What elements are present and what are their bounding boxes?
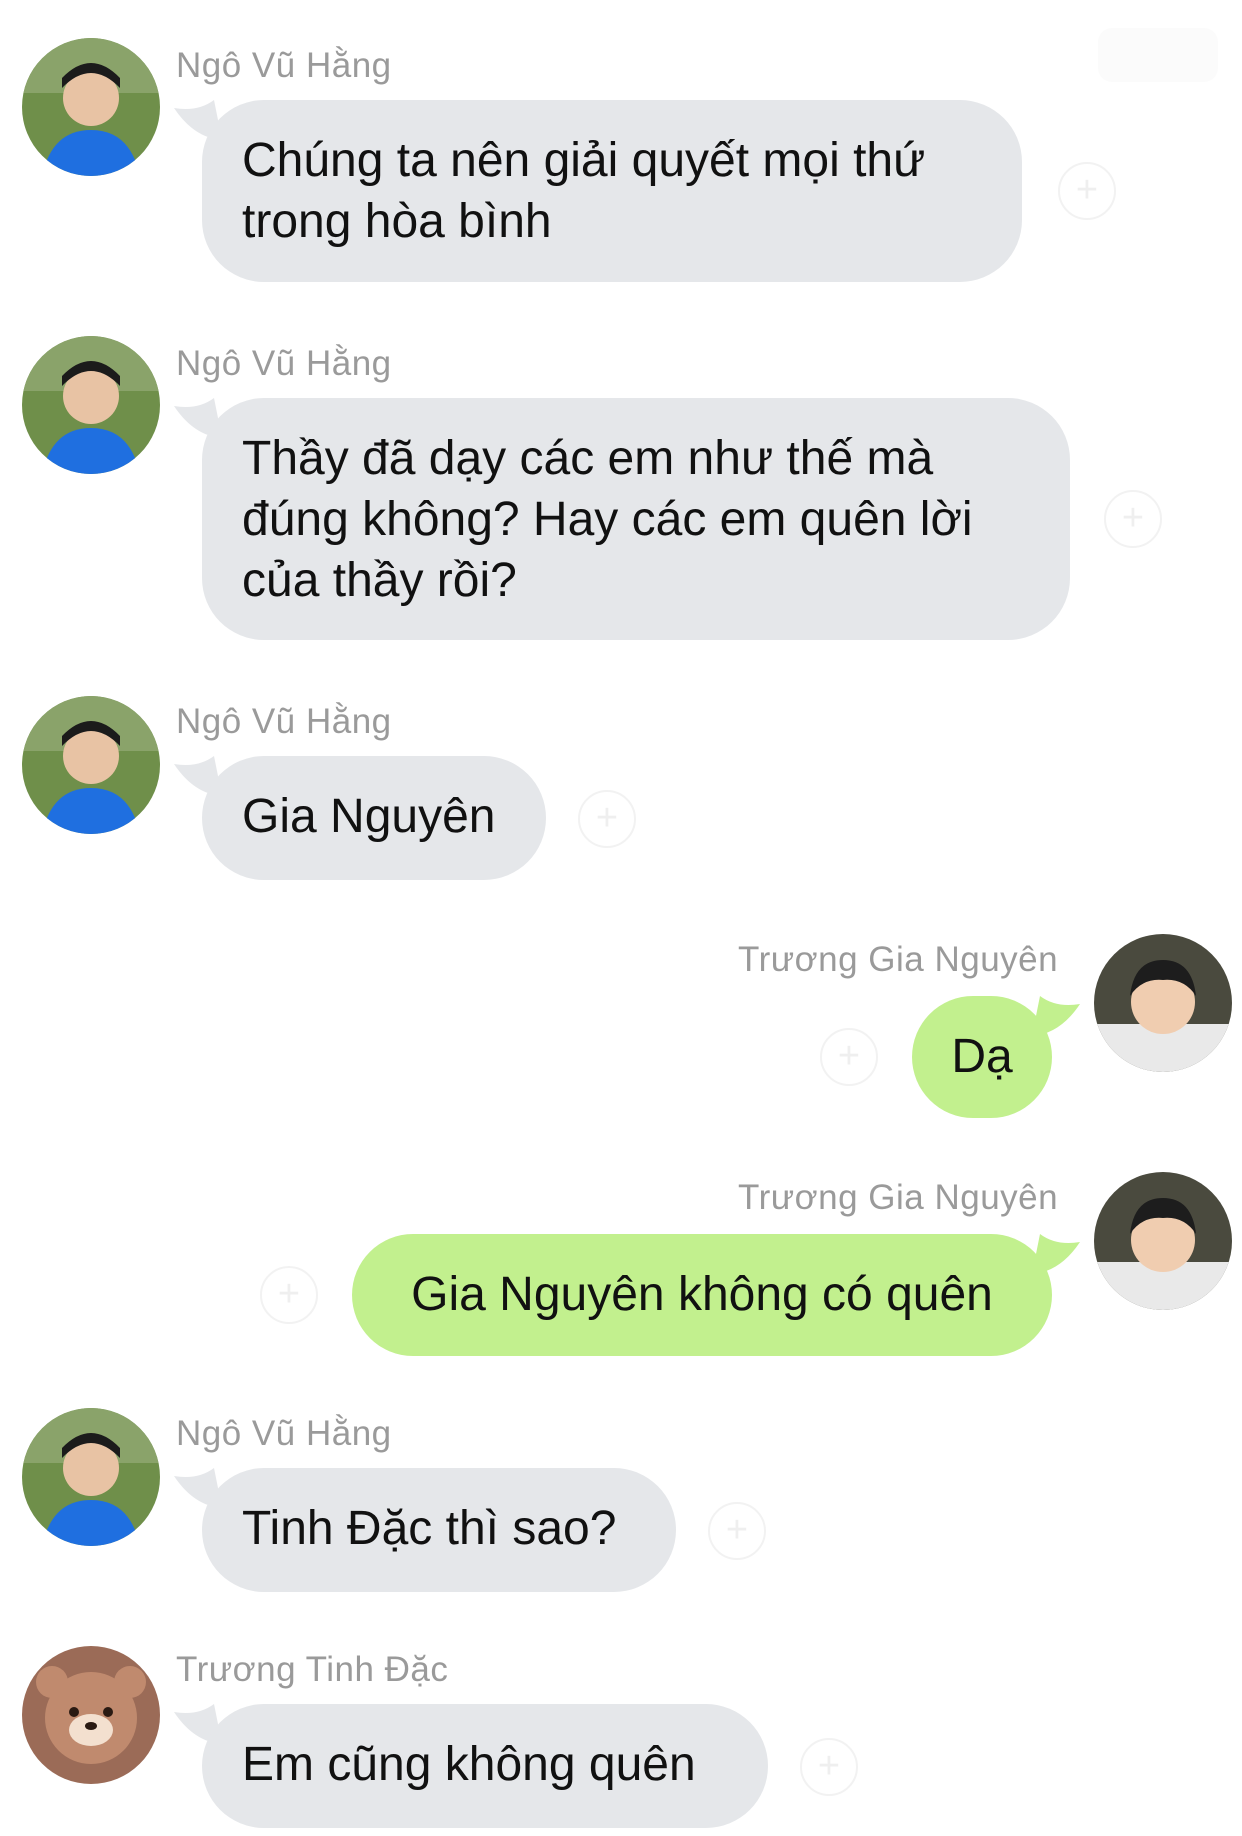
sender-name: Ngô Vũ Hằng	[176, 702, 392, 741]
sender-name: Ngô Vũ Hằng	[176, 1414, 392, 1453]
sender-name: Ngô Vũ Hằng	[176, 344, 392, 383]
message-bubble[interactable]: Gia Nguyên không có quên	[352, 1234, 1052, 1356]
add-reaction-icon[interactable]: +	[1058, 162, 1116, 220]
sender-name: Ngô Vũ Hằng	[176, 46, 392, 85]
message-bubble[interactable]: Thầy đã dạy các em như thế mà đúng không…	[202, 398, 1070, 640]
message-line: Gia Nguyên không có quên	[411, 1268, 993, 1321]
teacher-avatar[interactable]	[22, 336, 160, 474]
add-reaction-icon[interactable]: +	[1104, 490, 1162, 548]
sender-name: Trương Gia Nguyên	[738, 1178, 1059, 1217]
message-line: trong hòa bình	[242, 195, 552, 248]
message-line: Em cũng không quên	[242, 1738, 696, 1791]
message-bubble[interactable]: Dạ	[912, 996, 1052, 1118]
message-bubble[interactable]: Tinh Đặc thì sao?	[202, 1468, 676, 1592]
child-avatar[interactable]	[1094, 934, 1232, 1072]
add-reaction-icon[interactable]: +	[708, 1502, 766, 1560]
message-line: Dạ	[951, 1030, 1013, 1083]
message-bubble[interactable]: Chúng ta nên giải quyết mọi thứ trong hò…	[202, 100, 1022, 282]
teacher-avatar[interactable]	[22, 38, 160, 176]
add-reaction-icon[interactable]: +	[578, 790, 636, 848]
message-line: của thầy rồi?	[242, 554, 517, 607]
faint-header-button	[1098, 28, 1218, 82]
message-line: đúng không? Hay các em quên lời	[242, 493, 973, 546]
message-line: Chúng ta nên giải quyết mọi thứ	[242, 134, 926, 187]
message-line: Tinh Đặc thì sao?	[242, 1502, 617, 1555]
teacher-avatar[interactable]	[22, 1408, 160, 1546]
message-bubble[interactable]: Gia Nguyên	[202, 756, 546, 880]
message-line: Gia Nguyên	[242, 790, 496, 843]
teacher-avatar[interactable]	[22, 696, 160, 834]
message-bubble[interactable]: Em cũng không quên	[202, 1704, 768, 1828]
sender-name: Trương Gia Nguyên	[738, 940, 1059, 979]
add-reaction-icon[interactable]: +	[820, 1028, 878, 1086]
sender-name: Trương Tinh Đặc	[176, 1650, 449, 1689]
child-avatar[interactable]	[1094, 1172, 1232, 1310]
message-line: Thầy đã dạy các em như thế mà	[242, 432, 934, 485]
add-reaction-icon[interactable]: +	[800, 1738, 858, 1796]
add-reaction-icon[interactable]: +	[260, 1266, 318, 1324]
bear-avatar[interactable]	[22, 1646, 160, 1784]
